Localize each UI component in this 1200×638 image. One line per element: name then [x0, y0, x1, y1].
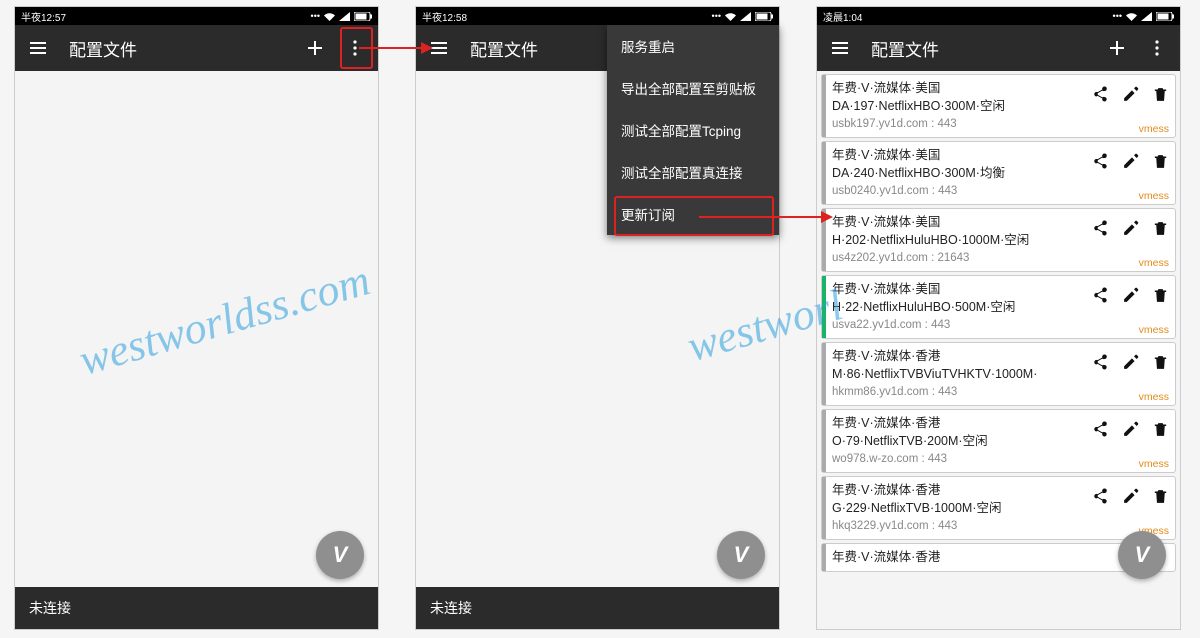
delete-icon[interactable] [1149, 351, 1171, 373]
server-address: us4z202.yv1d.com : 21643 [832, 252, 1169, 264]
active-indicator [822, 544, 826, 571]
edit-icon[interactable] [1119, 485, 1141, 507]
menu-item-4[interactable]: 更新订阅 [607, 193, 779, 235]
arrow-2 [699, 216, 831, 218]
menu-icon[interactable] [827, 35, 853, 61]
connection-status: 未连接 [430, 598, 472, 618]
edit-icon[interactable] [1119, 351, 1141, 373]
server-address: usb0240.yv1d.com : 443 [832, 185, 1169, 197]
active-indicator [822, 142, 826, 204]
server-card[interactable]: 年费·V·流媒体·香港O·79·NetflixTVB·200M·空闲wo978.… [821, 409, 1176, 473]
edit-icon[interactable] [1119, 217, 1141, 239]
share-icon[interactable] [1089, 217, 1111, 239]
bottom-bar: 未连接 [15, 587, 378, 629]
empty-content [15, 71, 378, 587]
status-bar: 半夜12:57 ••• [15, 7, 378, 25]
server-card[interactable]: 年费·V·流媒体·香港M·86·NetflixTVBViuTVHKTV·1000… [821, 342, 1176, 406]
delete-icon[interactable] [1149, 83, 1171, 105]
status-time: 半夜12:58 [422, 9, 467, 24]
server-address: usbk197.yv1d.com : 443 [832, 118, 1169, 130]
server-protocol: vmess [1139, 391, 1169, 403]
status-bar: 半夜12:58 ••• [416, 7, 779, 25]
menu-item-1[interactable]: 导出全部配置至剪贴板 [607, 67, 779, 109]
share-icon[interactable] [1089, 83, 1111, 105]
overflow-menu-button[interactable] [1144, 35, 1170, 61]
status-icons: ••• [1113, 11, 1174, 21]
edit-icon[interactable] [1119, 150, 1141, 172]
connection-status: 未连接 [29, 598, 71, 618]
share-icon[interactable] [1089, 351, 1111, 373]
active-indicator [822, 276, 826, 338]
app-bar: 配置文件 [817, 25, 1180, 71]
share-icon[interactable] [1089, 284, 1111, 306]
server-address: wo978.w-zo.com : 443 [832, 453, 1169, 465]
server-protocol: vmess [1139, 257, 1169, 269]
menu-icon[interactable] [25, 35, 51, 61]
app-title: 配置文件 [69, 36, 288, 61]
server-address: hkq3229.yv1d.com : 443 [832, 520, 1169, 532]
phone-screen-1: 半夜12:57 ••• 配置文件 V 未连接 [14, 6, 379, 630]
edit-icon[interactable] [1119, 83, 1141, 105]
active-indicator [822, 410, 826, 472]
active-indicator [822, 477, 826, 539]
add-button[interactable] [302, 35, 328, 61]
delete-icon[interactable] [1149, 150, 1171, 172]
phone-screen-3: 凌晨1:04 ••• 配置文件 年费·V·流媒体·美国DA·197·Netfli… [816, 6, 1181, 630]
server-card[interactable]: 年费·V·流媒体·香港G·229·NetflixTVB·1000M·空闲hkq3… [821, 476, 1176, 540]
menu-item-3[interactable]: 测试全部配置真连接 [607, 151, 779, 193]
server-protocol: vmess [1139, 458, 1169, 470]
active-indicator [822, 75, 826, 137]
share-icon[interactable] [1089, 418, 1111, 440]
delete-icon[interactable] [1149, 418, 1171, 440]
overflow-menu: 服务重启导出全部配置至剪贴板测试全部配置Tcping测试全部配置真连接更新订阅 [607, 25, 779, 235]
edit-icon[interactable] [1119, 418, 1141, 440]
phone-screen-2: 半夜12:58 ••• 配置文件 服务重启导出全部配置至剪贴板测试全部配置Tcp… [415, 6, 780, 630]
status-icons: ••• [311, 11, 372, 21]
share-icon[interactable] [1089, 150, 1111, 172]
bottom-bar: 未连接 [416, 587, 779, 629]
delete-icon[interactable] [1149, 284, 1171, 306]
server-protocol: vmess [1139, 324, 1169, 336]
active-indicator [822, 343, 826, 405]
delete-icon[interactable] [1149, 217, 1171, 239]
arrow-1 [359, 47, 431, 49]
server-protocol: vmess [1139, 190, 1169, 202]
edit-icon[interactable] [1119, 284, 1141, 306]
status-bar: 凌晨1:04 ••• [817, 7, 1180, 25]
server-card[interactable]: 年费·V·流媒体·美国H·22·NetflixHuluHBO·500M·空闲us… [821, 275, 1176, 339]
app-title: 配置文件 [871, 36, 1090, 61]
fab-connect[interactable]: V [316, 531, 364, 579]
status-time: 半夜12:57 [21, 9, 66, 24]
fab-connect[interactable]: V [1118, 531, 1166, 579]
fab-connect[interactable]: V [717, 531, 765, 579]
delete-icon[interactable] [1149, 485, 1171, 507]
status-time: 凌晨1:04 [823, 9, 862, 24]
menu-item-0[interactable]: 服务重启 [607, 25, 779, 67]
server-address: hkmm86.yv1d.com : 443 [832, 386, 1169, 398]
server-card[interactable]: 年费·V·流媒体·美国DA·240·NetflixHBO·300M·均衡usb0… [821, 141, 1176, 205]
server-protocol: vmess [1139, 123, 1169, 135]
share-icon[interactable] [1089, 485, 1111, 507]
status-icons: ••• [712, 11, 773, 21]
server-address: usva22.yv1d.com : 443 [832, 319, 1169, 331]
app-bar: 配置文件 [15, 25, 378, 71]
add-button[interactable] [1104, 35, 1130, 61]
server-card[interactable]: 年费·V·流媒体·美国DA·197·NetflixHBO·300M·空闲usbk… [821, 74, 1176, 138]
menu-item-2[interactable]: 测试全部配置Tcping [607, 109, 779, 151]
server-card[interactable]: 年费·V·流媒体·美国H·202·NetflixHuluHBO·1000M·空闲… [821, 208, 1176, 272]
